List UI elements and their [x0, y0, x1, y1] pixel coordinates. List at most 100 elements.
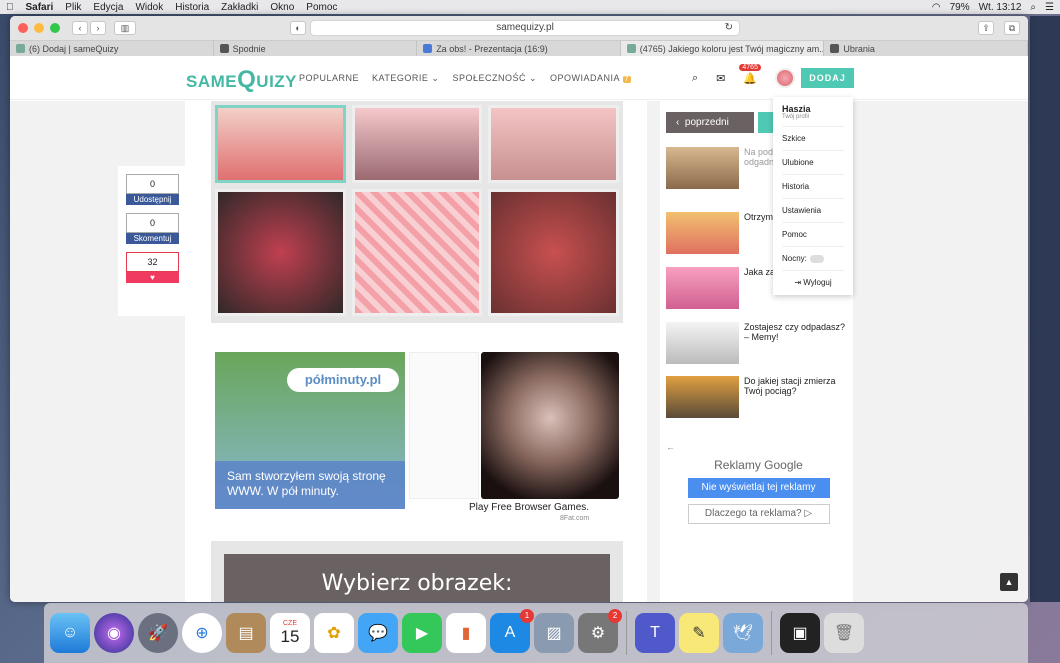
why-this-ad-button[interactable]: Dlaczego ta reklama? ▷	[687, 504, 830, 524]
search-icon[interactable]: ⌕	[692, 72, 698, 85]
comment-button[interactable]: Skomentuj	[126, 233, 179, 244]
clock[interactable]: Wt. 13:12	[979, 2, 1022, 13]
profile-name[interactable]: Haszia	[782, 104, 844, 114]
numbers-icon[interactable]: ▮	[446, 613, 486, 653]
back-arrow-icon[interactable]: ←	[666, 442, 675, 452]
safari-icon[interactable]: ⊕	[182, 613, 222, 653]
contacts-icon[interactable]: ▤	[226, 613, 266, 653]
menu-bar:  Safari Plik Edycja Widok Historia Zakł…	[0, 0, 1060, 14]
minimize-window-button[interactable]	[34, 23, 44, 33]
stickies-icon[interactable]: ✎	[679, 613, 719, 653]
tab-prezentacja[interactable]: Za obs! - Prezentacja (16:9)	[417, 41, 621, 56]
launchpad-icon[interactable]: 🚀	[138, 613, 178, 653]
finder-icon[interactable]: ☺	[50, 613, 90, 653]
menu-pomoc[interactable]: Pomoc	[782, 222, 844, 246]
image-option-nebula[interactable]	[215, 189, 346, 316]
zoom-window-button[interactable]	[50, 23, 60, 33]
menu-okno[interactable]: Okno	[270, 2, 294, 13]
menu-ustawienia[interactable]: Ustawienia	[782, 198, 844, 222]
tab-spodnie[interactable]: Spodnie	[214, 41, 418, 56]
menu-widok[interactable]: Widok	[135, 2, 163, 13]
facetime-icon[interactable]: ▶	[402, 613, 442, 653]
night-mode-toggle[interactable]	[809, 254, 824, 263]
favicon-icon	[626, 44, 636, 53]
nav-label: KATEGORIE	[372, 73, 429, 83]
share-panel: 0 Udostępnij 0 Skomentuj 32 ♥	[118, 166, 186, 316]
profile-sub[interactable]: Twój profil	[782, 114, 844, 120]
nav-spolecznosc[interactable]: SPOŁECZNOŚĆ ⌄	[452, 73, 537, 84]
menu-ulubione[interactable]: Ulubione	[782, 150, 844, 174]
scroll-to-top-button[interactable]: ▲	[1000, 573, 1018, 591]
related-quiz[interactable]: Do jakiej stacji zmierza Twój pociąg?	[666, 376, 851, 420]
tabs-overview-icon[interactable]: ⧉	[1004, 21, 1020, 35]
spotlight-icon[interactable]: ⌕	[1030, 2, 1036, 13]
next-button[interactable]	[758, 112, 774, 133]
preview-document-icon[interactable]: 🕊	[723, 613, 763, 653]
avatar[interactable]	[775, 68, 796, 88]
trash-icon[interactable]: 🗑	[824, 613, 864, 653]
prev-label: poprzedni	[684, 117, 729, 128]
apple-icon[interactable]: 	[6, 2, 14, 13]
previous-button[interactable]: ‹ poprzedni	[666, 112, 754, 133]
image-option-flowers[interactable]	[488, 189, 619, 316]
heart-icon[interactable]: ♥	[126, 272, 179, 283]
ad-image[interactable]	[481, 352, 619, 499]
battery-percent[interactable]: 79%	[950, 2, 970, 13]
screen-capture-icon[interactable]: ▣	[780, 613, 820, 653]
calendar-icon[interactable]: CZE 15	[270, 613, 310, 653]
share-icon[interactable]: ⇪	[978, 21, 994, 35]
image-option-lips[interactable]	[215, 105, 346, 183]
bell-icon[interactable]: 🔔 4765	[739, 63, 761, 85]
ad-thumbnail[interactable]	[409, 352, 479, 499]
related-quiz[interactable]: Zostajesz czy odpadasz? – Memy!	[666, 322, 851, 366]
menu-plik[interactable]: Plik	[65, 2, 81, 13]
ad-caption[interactable]: Play Free Browser Games.	[469, 502, 589, 513]
facebook-share-button[interactable]: Udostępnij	[126, 194, 179, 205]
chevron-down-icon: ⌄	[528, 73, 538, 83]
night-mode-row: Nocny:	[782, 246, 844, 270]
menu-pomoc[interactable]: Pomoc	[306, 2, 337, 13]
advertisement[interactable]: półminuty.pl Sam stworzyłem swoją stronę…	[215, 352, 619, 527]
mail-icon[interactable]: ✉	[716, 72, 725, 85]
photos-icon[interactable]: ✿	[314, 613, 354, 653]
tab-ubrania[interactable]: Ubrania	[824, 41, 1028, 56]
image-option-tree[interactable]	[351, 105, 483, 183]
site-logo[interactable]: SAMEQUIZY	[186, 66, 297, 94]
teams-icon[interactable]: T	[635, 613, 675, 653]
tab-dodaj[interactable]: (6) Dodaj | sameQuizy	[10, 41, 214, 56]
ad-banner[interactable]: półminuty.pl Sam stworzyłem swoją stronę…	[215, 352, 405, 509]
menu-historia[interactable]: Historia	[175, 2, 209, 13]
quiz-content: półminuty.pl Sam stworzyłem swoją stronę…	[185, 101, 647, 602]
privacy-shield-icon[interactable]: ◐	[290, 21, 306, 35]
image-option-swing[interactable]	[488, 105, 619, 183]
logout-button[interactable]: ⇥ Wyloguj	[782, 270, 844, 294]
menu-edycja[interactable]: Edycja	[93, 2, 123, 13]
menu-szkice[interactable]: Szkice	[782, 126, 844, 150]
tab-quiz-active[interactable]: (4765) Jakiego koloru jest Twój magiczny…	[620, 41, 825, 56]
menu-app-name[interactable]: Safari	[26, 2, 54, 13]
nav-badge: 7	[622, 76, 631, 83]
nav-popularne[interactable]: POPULARNE	[299, 73, 359, 84]
back-button[interactable]: ‹	[72, 21, 88, 35]
related-thumbnail	[666, 267, 739, 309]
forward-button[interactable]: ›	[90, 21, 106, 35]
reload-icon[interactable]: ↻	[725, 21, 733, 35]
preview-icon[interactable]: ▨	[534, 613, 574, 653]
add-button[interactable]: DODAJ	[801, 68, 854, 88]
menu-historia[interactable]: Historia	[782, 174, 844, 198]
sidebar-toggle-icon[interactable]: ▥	[114, 21, 136, 35]
close-window-button[interactable]	[18, 23, 28, 33]
image-option-hearts[interactable]	[351, 189, 483, 316]
app-store-icon[interactable]: A1	[490, 609, 534, 653]
messages-icon[interactable]: 💬	[358, 613, 398, 653]
system-preferences-icon[interactable]: ⚙ 2	[578, 609, 622, 653]
wifi-icon[interactable]: ◠	[932, 2, 941, 13]
nav-kategorie[interactable]: KATEGORIE ⌄	[372, 73, 439, 84]
siri-icon[interactable]: ◉	[94, 613, 134, 653]
nav-opowiadania[interactable]: OPOWIADANIA 7	[550, 73, 631, 84]
related-thumbnail	[666, 376, 739, 418]
address-bar[interactable]: samequizy.pl ↻	[310, 20, 740, 36]
hide-ad-button[interactable]: Nie wyświetlaj tej reklamy	[687, 478, 830, 498]
notification-center-icon[interactable]: ☰	[1045, 2, 1054, 13]
menu-zakladki[interactable]: Zakładki	[221, 2, 258, 13]
